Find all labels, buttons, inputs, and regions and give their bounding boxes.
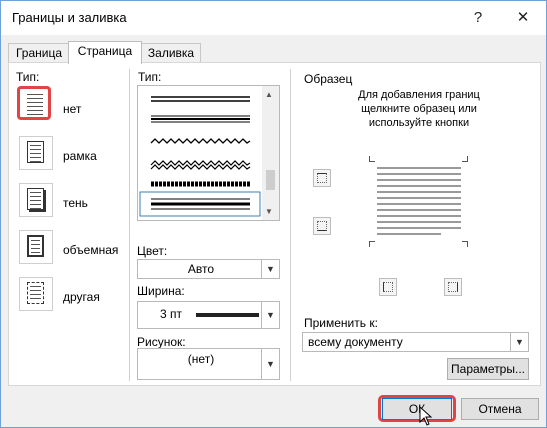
preview-label: Образец bbox=[304, 72, 353, 86]
dialog-title: Границы и заливка bbox=[12, 10, 127, 25]
art-dropdown[interactable]: (нет) ▼ bbox=[137, 348, 280, 380]
options-button[interactable]: Параметры... bbox=[447, 358, 529, 380]
preview-text-lines bbox=[377, 167, 461, 235]
width-value: 3 пт bbox=[160, 307, 183, 321]
tab-page-border[interactable]: Страница bbox=[68, 41, 142, 64]
scroll-down-icon[interactable]: ▼ bbox=[265, 207, 273, 216]
help-button[interactable]: ? bbox=[464, 6, 492, 30]
setting-none-label: нет bbox=[63, 102, 82, 116]
top-border-button[interactable] bbox=[313, 169, 331, 187]
page-icon bbox=[25, 91, 45, 115]
mouse-cursor-icon bbox=[419, 406, 433, 426]
line-style-thick-thin bbox=[151, 198, 250, 210]
line-style-scrollbar[interactable]: ▲ ▼ bbox=[262, 86, 279, 220]
width-sample-line bbox=[196, 313, 259, 317]
page-custom-icon bbox=[27, 282, 44, 304]
setting-shadow-button[interactable] bbox=[19, 183, 53, 217]
line-style-wave bbox=[150, 138, 251, 144]
scroll-thumb[interactable] bbox=[266, 170, 275, 190]
close-button[interactable]: ✕ bbox=[509, 6, 537, 30]
cancel-button[interactable]: Отмена bbox=[461, 398, 539, 420]
column-divider bbox=[290, 69, 291, 381]
page-3d-icon bbox=[27, 235, 44, 257]
color-dropdown[interactable]: Авто ▼ bbox=[137, 259, 280, 279]
color-value: Авто bbox=[187, 262, 215, 276]
width-dropdown[interactable]: 3 пт ▼ bbox=[137, 301, 280, 329]
dialog-window: Границы и заливка ? ✕ Граница Страница З… bbox=[0, 0, 547, 428]
line-style-double bbox=[151, 96, 250, 102]
setting-box-button[interactable] bbox=[19, 136, 53, 170]
chevron-down-icon[interactable]: ▼ bbox=[261, 349, 279, 379]
apply-to-label: Применить к: bbox=[304, 316, 378, 330]
page-box-icon bbox=[27, 141, 44, 163]
art-value: (нет) bbox=[187, 352, 215, 366]
column-divider bbox=[129, 69, 130, 381]
line-style-double-wave bbox=[150, 160, 251, 170]
line-style-triple bbox=[151, 115, 250, 123]
tab-border[interactable]: Граница bbox=[8, 43, 70, 63]
line-styles-preview bbox=[139, 96, 261, 217]
preview-area[interactable] bbox=[361, 156, 476, 251]
setting-box-label: рамка bbox=[63, 149, 97, 163]
bottom-border-button[interactable] bbox=[313, 217, 331, 235]
setting-3d-label: объемная bbox=[63, 243, 119, 257]
setting-3d-button[interactable] bbox=[19, 230, 53, 264]
apply-to-value: всему документу bbox=[308, 335, 403, 349]
title-bar: Границы и заливка ? ✕ bbox=[1, 1, 546, 35]
tab-shading[interactable]: Заливка bbox=[141, 43, 201, 63]
line-style-list[interactable]: ▲ ▼ bbox=[137, 85, 280, 221]
apply-to-dropdown[interactable]: всему документу ▼ bbox=[302, 332, 529, 352]
chevron-down-icon[interactable]: ▼ bbox=[261, 302, 279, 328]
left-border-button[interactable] bbox=[379, 278, 397, 296]
setting-custom-label: другая bbox=[63, 290, 100, 304]
setting-label: Тип: bbox=[16, 70, 40, 84]
chevron-down-icon[interactable]: ▼ bbox=[510, 333, 528, 351]
chevron-down-icon[interactable]: ▼ bbox=[261, 260, 279, 278]
setting-none-button[interactable] bbox=[17, 86, 51, 120]
scroll-up-icon[interactable]: ▲ bbox=[265, 90, 273, 99]
setting-custom-button[interactable] bbox=[19, 277, 53, 311]
setting-shadow-label: тень bbox=[63, 196, 88, 210]
color-label: Цвет: bbox=[137, 244, 168, 258]
page-shadow-icon bbox=[27, 188, 44, 210]
right-border-button[interactable] bbox=[444, 278, 462, 296]
width-label: Ширина: bbox=[137, 284, 185, 298]
preview-hint: Для добавления границ щелкните образец и… bbox=[358, 89, 480, 129]
art-label: Рисунок: bbox=[137, 335, 186, 349]
ok-button[interactable]: ОК bbox=[382, 398, 452, 420]
style-label: Тип: bbox=[138, 70, 162, 84]
